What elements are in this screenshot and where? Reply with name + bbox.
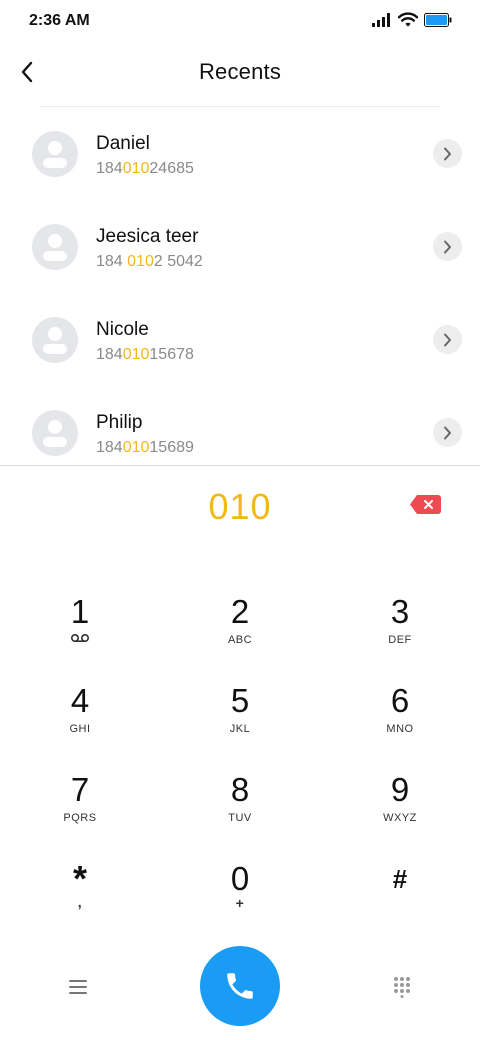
key-letters: DEF [388, 634, 412, 646]
recents-list: Daniel 18401024685 Jeesica teer 184 0102… [0, 107, 480, 465]
contact-name: Nicole [96, 319, 149, 340]
status-time: 2:36 AM [29, 12, 90, 29]
contact-number: 18401015689 [96, 439, 194, 456]
key-9[interactable]: 9 WXYZ [330, 770, 470, 850]
key-8[interactable]: 8 TUV [170, 770, 310, 850]
backspace-icon [410, 495, 441, 514]
key-star[interactable]: * , [10, 859, 150, 939]
avatar [32, 410, 78, 456]
chevron-right-icon [444, 426, 451, 439]
menu-icon [69, 980, 87, 994]
key-digit: 9 [390, 771, 410, 808]
chevron-right-icon [444, 333, 451, 346]
key-digit: # [392, 864, 408, 894]
key-letters: TUV [228, 812, 252, 824]
list-item[interactable]: Philip 18401015689 [0, 386, 480, 465]
contact-number: 18401024685 [96, 160, 194, 177]
contact-name: Philip [96, 412, 143, 433]
key-digit: 3 [390, 593, 410, 630]
key-7[interactable]: 7 PQRS [10, 770, 150, 850]
key-4[interactable]: 4 GHI [10, 681, 150, 761]
contact-detail-button[interactable] [433, 139, 462, 168]
contact-detail-button[interactable] [433, 232, 462, 261]
list-item[interactable]: Jeesica teer 184 0102 5042 [0, 200, 480, 293]
key-0[interactable]: 0 + [170, 859, 310, 939]
status-icons [372, 12, 452, 27]
contact-number: 18401015678 [96, 346, 194, 363]
list-item[interactable]: Daniel 18401024685 [0, 107, 480, 200]
contact-detail-button[interactable] [433, 325, 462, 354]
contact-detail-button[interactable] [433, 418, 462, 447]
key-hash[interactable]: # [330, 859, 470, 939]
key-digit: 7 [70, 771, 90, 808]
key-letters: PQRS [63, 812, 97, 824]
dialed-number-display: 010 [208, 486, 272, 527]
key-5[interactable]: 5 JKL [170, 681, 310, 761]
key-digit: 5 [230, 682, 250, 719]
key-letters: WXYZ [383, 812, 417, 824]
key-digit: 8 [230, 771, 250, 808]
key-digit: 0 [230, 860, 250, 897]
key-2[interactable]: 2 ABC [170, 592, 310, 672]
battery-icon [424, 12, 452, 27]
avatar [32, 131, 78, 177]
key-letters: , [77, 894, 83, 910]
backspace-button[interactable] [410, 495, 441, 514]
key-3[interactable]: 3 DEF [330, 592, 470, 672]
avatar [32, 224, 78, 270]
key-digit: * [72, 858, 87, 899]
chevron-right-icon [444, 240, 451, 253]
status-bar: 2:36 AM [0, 0, 480, 44]
signal-icon [372, 12, 390, 27]
header: Recents [0, 44, 480, 106]
dialpad-toggle-button[interactable] [384, 970, 420, 1004]
dialpad-divider [0, 465, 480, 466]
call-button[interactable] [200, 946, 280, 1026]
key-digit: 4 [70, 682, 90, 719]
key-digit: 1 [70, 593, 90, 630]
key-digit: 6 [390, 682, 410, 719]
key-digit: 2 [230, 593, 250, 630]
key-letters: GHI [69, 723, 91, 735]
key-letters: + [235, 895, 245, 911]
page-title: Recents [198, 59, 282, 84]
list-item[interactable]: Nicole 18401015678 [0, 293, 480, 386]
avatar [32, 317, 78, 363]
contact-name: Daniel [96, 133, 150, 154]
key-letters: MNO [386, 723, 414, 735]
key-letters: ABC [227, 634, 253, 646]
chevron-right-icon [444, 147, 451, 160]
phone-icon [227, 973, 253, 999]
contact-number: 184 0102 5042 [96, 253, 203, 270]
key-1[interactable]: 1 [10, 592, 150, 672]
key-letters: JKL [229, 723, 251, 735]
wifi-icon [398, 12, 418, 27]
menu-button[interactable] [60, 972, 96, 1002]
bottom-action-bar [0, 940, 480, 1040]
voicemail-icon [10, 633, 150, 647]
dialpad-icon [394, 977, 410, 998]
key-6[interactable]: 6 MNO [330, 681, 470, 761]
contact-name: Jeesica teer [96, 226, 199, 247]
